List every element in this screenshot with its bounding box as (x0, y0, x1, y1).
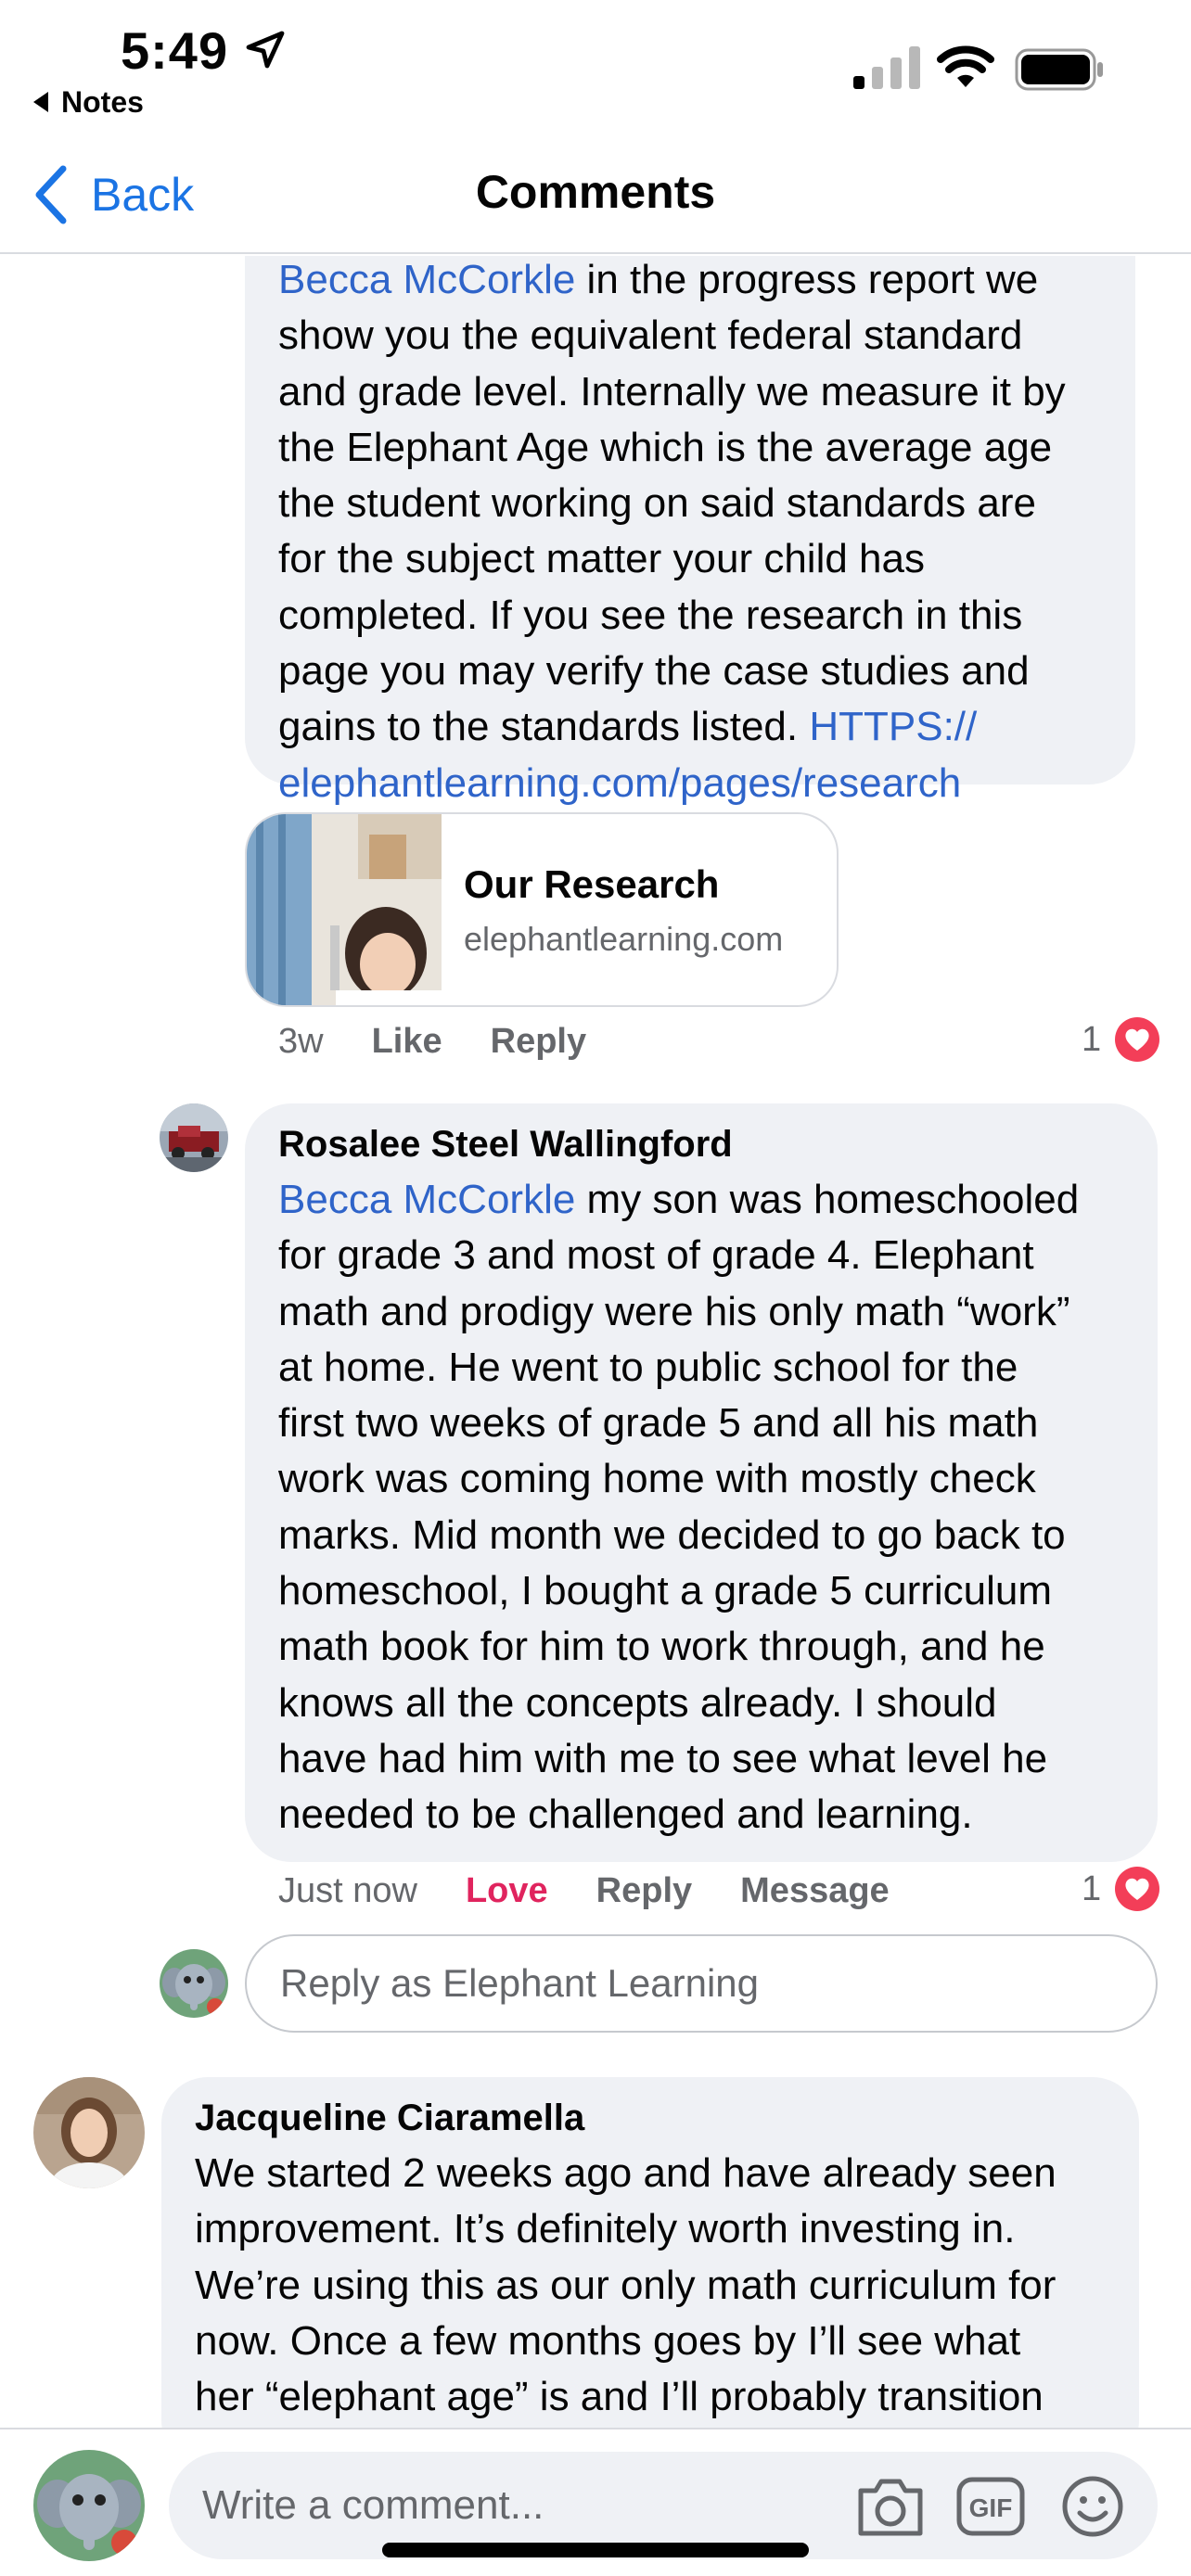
page-avatar (160, 1949, 228, 2018)
comment-line: for the subject matter your child has (278, 536, 925, 582)
love-reaction-icon (1115, 1017, 1160, 1062)
comment-line: math book for him to work through, and h… (278, 1624, 1045, 1670)
link-preview-image (247, 814, 442, 1005)
commenter-avatar[interactable] (160, 1103, 228, 1172)
comment-line: her “elephant age” is and I’ll probably … (195, 2374, 1044, 2420)
comment-line: at home. He went to public school for th… (278, 1344, 1018, 1390)
camera-icon[interactable] (855, 2474, 926, 2539)
reaction-summary[interactable]: 1 (1082, 1866, 1160, 1912)
comment-timestamp: 3w (278, 1022, 324, 1061)
status-time: 5:49 (121, 21, 229, 80)
composer-avatar (33, 2450, 145, 2561)
comment-line: page you may verify the case studies and (278, 648, 1030, 695)
link-preview-title: Our Research (464, 862, 720, 906)
comment-line: We started 2 weeks ago and have already … (195, 2150, 1057, 2196)
cellular-signal-icon (853, 46, 920, 89)
comment-line: now. Once a few months goes by I’ll see … (195, 2317, 1021, 2364)
mention-link[interactable]: Becca McCorkle (278, 1177, 575, 1222)
mention-link[interactable]: Becca McCorkle (278, 257, 575, 302)
comment-text: We started 2 weeks ago and have already … (195, 2146, 1106, 2425)
comment-line: math and prodigy were his only math “wor… (278, 1288, 1070, 1334)
comment-bubble: Jacqueline Ciaramella We started 2 weeks… (161, 2077, 1139, 2428)
comment-line: the Elephant Age which is the average ag… (278, 424, 1053, 470)
page-title: Comments (475, 166, 716, 218)
comment-line: marks. Mid month we decided to go back t… (278, 1511, 1066, 1558)
comment-line: elephantlearning.com/pages/research (278, 756, 1102, 811)
reply-input[interactable]: Reply as Elephant Learning (245, 1934, 1158, 2033)
comment-line: gains to the standards listed. HTTPS:// (278, 704, 978, 750)
elephant-logo-avatar (160, 1949, 228, 2018)
comment-line: Becca McCorkle my son was homeschooled (278, 1177, 1080, 1222)
profile-photo-avatar (33, 2077, 145, 2188)
comment-line: have had him with me to see what level h… (278, 1735, 1048, 1781)
comment-author[interactable]: Rosalee Steel Wallingford (278, 1120, 1124, 1168)
back-app-label: Notes (61, 85, 144, 119)
love-reaction-icon (1115, 1867, 1160, 1911)
reply-button[interactable]: Reply (596, 1871, 692, 1911)
comment-bubble: Becca McCorkle in the progress report we… (245, 256, 1135, 806)
link-preview-card[interactable]: Our Research elephantlearning.com (245, 812, 839, 1007)
reaction-summary[interactable]: 1 (1082, 1016, 1160, 1063)
elephant-logo-avatar (33, 2450, 145, 2561)
research-url-link[interactable]: elephantlearning.com/pages/research (278, 760, 961, 806)
comment-line: Becca McCorkle in the progress report we (278, 257, 1039, 302)
reply-button[interactable]: Reply (491, 1022, 586, 1062)
comment-actions: 3w Like Reply (278, 1022, 586, 1062)
status-bar: 5:49 Notes (0, 0, 1191, 139)
emoji-icon[interactable] (1057, 2474, 1128, 2539)
comment-line: knows all the concepts already. I should (278, 1679, 997, 1726)
home-indicator[interactable] (382, 2543, 809, 2557)
research-url-link[interactable]: HTTPS:// (809, 704, 977, 749)
like-button[interactable]: Like (372, 1022, 442, 1062)
comment-timestamp: Just now (278, 1871, 417, 1910)
comments-list[interactable]: Becca McCorkle in the progress report we… (0, 256, 1191, 2428)
truck-photo-avatar (160, 1103, 228, 1172)
message-button[interactable]: Message (740, 1871, 890, 1911)
reaction-count: 1 (1082, 1868, 1102, 1908)
comment-line: the student working on said standards ar… (278, 480, 1036, 527)
comment-line: and grade level. Internally we measure i… (278, 368, 1066, 414)
comment-text: Becca McCorkle my son was homeschooled f… (278, 1172, 1124, 1843)
commenter-avatar[interactable] (33, 2077, 145, 2188)
comment-line: completed. If you see the research in th… (278, 592, 1023, 638)
comment-text: Becca McCorkle in the progress report we… (278, 256, 1102, 811)
back-triangle-icon (33, 92, 48, 112)
comment-actions: Just now Love Reply Message (278, 1871, 890, 1911)
svg-text:GIF: GIF (969, 2493, 1013, 2522)
comment-line: first two weeks of grade 5 and all his m… (278, 1400, 1039, 1447)
comment-line: needed to be challenged and learning. (278, 1792, 973, 1838)
link-preview-domain: elephantlearning.com (464, 920, 784, 958)
gif-icon[interactable]: GIF (955, 2474, 1026, 2539)
wifi-icon (937, 45, 994, 87)
comment-input-placeholder: Write a comment... (202, 2482, 544, 2528)
comment-line: homeschool, I bought a grade 5 curriculu… (278, 1568, 1053, 1614)
back-to-app-link[interactable]: Notes (33, 85, 144, 120)
comment-line: We’re using this as our only math curric… (195, 2262, 1057, 2308)
comment-bubble: Rosalee Steel Wallingford Becca McCorkle… (245, 1103, 1158, 1862)
love-button[interactable]: Love (466, 1871, 548, 1911)
comment-author[interactable]: Jacqueline Ciaramella (195, 2094, 1106, 2142)
comment-line: show you the equivalent federal standard (278, 312, 1023, 359)
navigation-bar: Back Comments (0, 139, 1191, 254)
comment-line: work was coming home with mostly check (278, 1456, 1036, 1502)
reaction-count: 1 (1082, 1019, 1102, 1059)
comment-line: improvement. It’s definitely worth inves… (195, 2206, 1016, 2252)
battery-icon (1015, 48, 1103, 91)
reply-input-placeholder: Reply as Elephant Learning (280, 1961, 760, 2005)
location-arrow-icon (246, 31, 285, 69)
comment-line: for grade 3 and most of grade 4. Elephan… (278, 1232, 1034, 1279)
